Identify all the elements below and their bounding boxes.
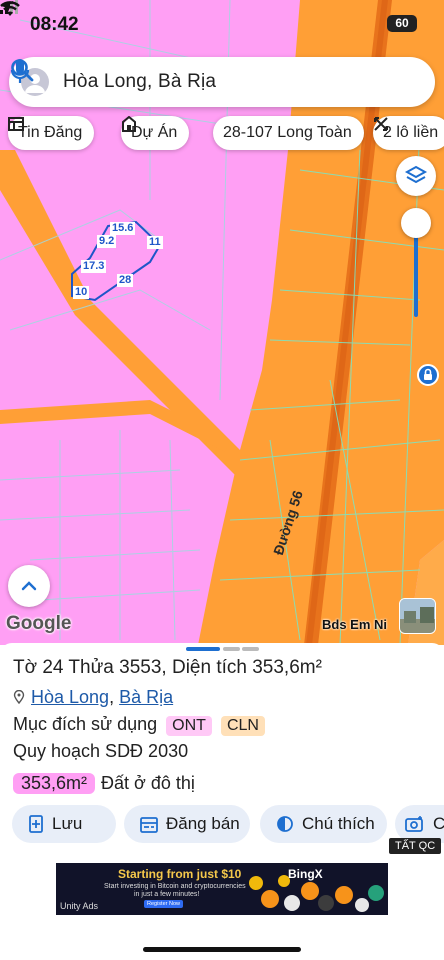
parcel-edge-label: 10: [73, 286, 90, 299]
hide-ad-button[interactable]: TẤT QC: [389, 838, 442, 854]
chip-label: Tin Đăng: [18, 124, 83, 141]
chip-2-lo-lien[interactable]: 2 lô liền: [373, 116, 444, 150]
map-credit: Bds Em Ni: [322, 617, 388, 632]
ad-network: Unity Ads: [60, 901, 99, 911]
save-label: Lưu: [52, 814, 83, 833]
status-bar: 08:42 60: [0, 0, 444, 50]
merge-icon: [374, 117, 388, 131]
parcel-edge-label: 15.6: [110, 222, 136, 235]
commune-link[interactable]: Hòa Long: [31, 687, 109, 707]
parcel-title: Tờ 24 Thửa 3553, Diện tích 353,6m²: [13, 657, 322, 678]
land-use-label: Mục đích sử dụng: [13, 714, 158, 734]
expand-button[interactable]: [8, 565, 50, 607]
layers-button[interactable]: [396, 156, 436, 196]
layers-icon: [404, 165, 428, 184]
project-icon: [122, 116, 136, 132]
legend-label: Chú thích: [302, 814, 375, 833]
chevron-up-icon: [21, 581, 37, 591]
save-button[interactable]: Lưu: [12, 805, 116, 843]
parcel-info-sheet: Tờ 24 Thửa 3553, Diện tích 353,6m² Hòa L…: [0, 643, 444, 960]
parcel-edge-label: 17.3: [81, 260, 107, 273]
status-time: 08:42: [30, 14, 79, 35]
location-separator: ,: [109, 687, 120, 707]
map-view[interactable]: 15.6 11 9.2 17.3 28 10 Đường 56 08:42 60…: [0, 0, 444, 645]
contrast-icon: [277, 816, 293, 832]
ad-cta[interactable]: Register Now: [144, 900, 184, 908]
microphone-icon[interactable]: [9, 57, 31, 85]
sheet-handle-active[interactable]: [186, 647, 220, 651]
city-link[interactable]: Bà Rịa: [119, 687, 173, 707]
ad-brand: BingX: [288, 867, 323, 881]
chip-label: 28-107 Long Toàn: [223, 124, 352, 141]
chip-label: 2 lô liền: [383, 124, 439, 141]
google-logo: Google: [6, 613, 72, 634]
ad-line-2: in just a few minutes!: [134, 891, 200, 898]
opacity-slider-track[interactable]: [414, 225, 418, 317]
area-row: 353,6m² Đất ở đô thị: [13, 773, 195, 794]
land-use-tag-cln: CLN: [220, 716, 265, 736]
home-indicator[interactable]: [143, 947, 301, 952]
sheet-handle[interactable]: [242, 647, 259, 651]
sheet-handle[interactable]: [223, 647, 240, 651]
area-value: 353,6m²: [13, 773, 96, 794]
street-view-thumbnail[interactable]: [399, 598, 436, 634]
area-type: Đất ở đô thị: [101, 773, 195, 793]
legend-button[interactable]: Chú thích: [260, 805, 387, 843]
location-row: Hòa Long, Bà Rịa: [13, 687, 173, 708]
chip-tin-dang[interactable]: Tin Đăng: [8, 116, 95, 150]
chip-28-107-long-toan[interactable]: 28-107 Long Toàn: [213, 116, 364, 150]
lock-button[interactable]: [417, 364, 439, 386]
street-view-image: [400, 599, 435, 633]
wifi-icon: [0, 1, 20, 16]
post-sale-label: Đăng bán: [166, 814, 240, 833]
post-sale-button[interactable]: Đăng bán: [124, 805, 250, 843]
lock-icon: [424, 368, 432, 380]
ad-banner[interactable]: Starting from just $10 Start investing i…: [56, 863, 388, 915]
ad-line-1: Start investing in Bitcoin and cryptocur…: [104, 883, 246, 890]
listing-icon: [140, 817, 158, 833]
search-bar[interactable]: Hòa Long, Bà Rịa: [9, 57, 435, 107]
camera-add-icon: [405, 816, 423, 832]
search-input[interactable]: Hòa Long, Bà Rịa: [63, 71, 216, 93]
pin-icon: [13, 689, 25, 705]
add-photo-label: C: [433, 814, 444, 833]
battery-icon: 60: [387, 15, 417, 32]
ad-headline: Starting from just $10: [118, 867, 242, 881]
opacity-slider-knob[interactable]: [401, 208, 431, 238]
parcel-edge-label: 9.2: [97, 235, 117, 248]
parcel-edge-label: 28: [117, 274, 134, 287]
chip-du-an[interactable]: Dự Án: [121, 116, 190, 150]
bookmark-add-icon: [29, 815, 43, 833]
land-use-tag-ont: ONT: [166, 716, 212, 736]
listing-icon: [8, 117, 24, 131]
land-use-row: Mục đích sử dụng ONT CLN: [13, 714, 265, 736]
parcel-edge-label: 11: [147, 236, 163, 249]
plan-label: Quy hoạch SDĐ 2030: [13, 741, 189, 761]
